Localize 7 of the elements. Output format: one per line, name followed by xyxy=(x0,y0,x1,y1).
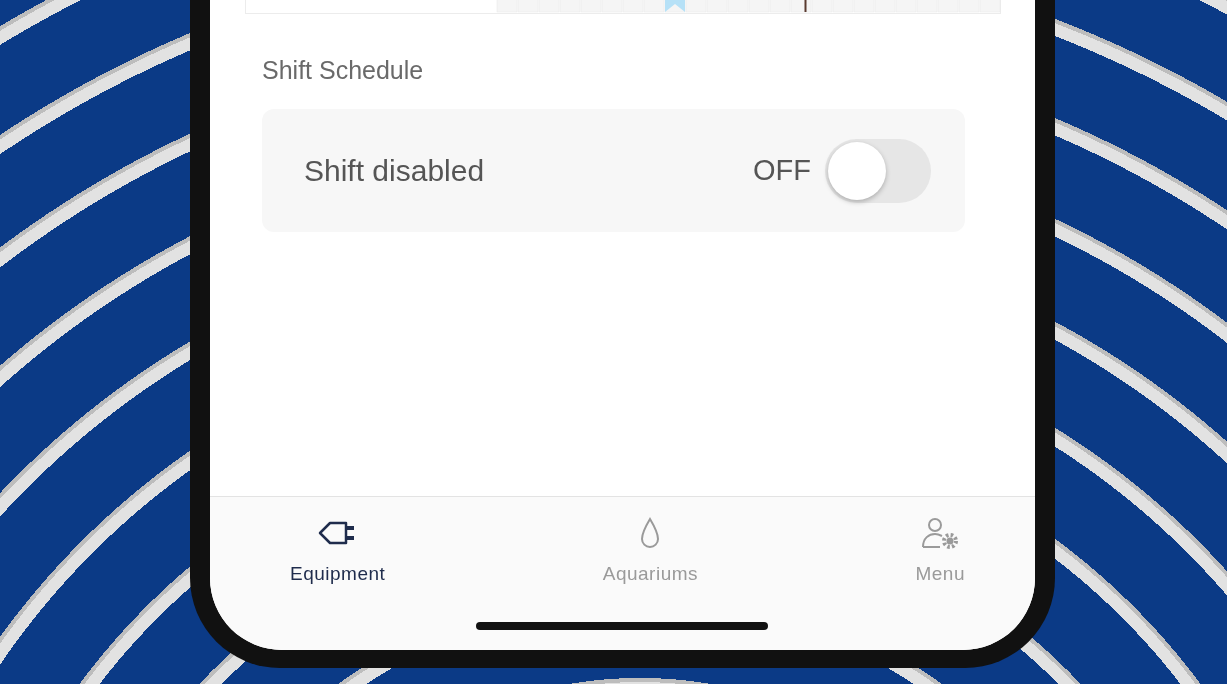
section-title: Shift Schedule xyxy=(262,56,425,85)
tab-item[interactable]: Aquariums xyxy=(602,517,699,597)
setting-label: Shift disabled xyxy=(304,153,486,188)
tab-item[interactable]: Menu xyxy=(915,517,965,597)
tab-item[interactable]: Equipment xyxy=(290,517,386,597)
user-settings-icon xyxy=(920,517,961,549)
toggle-state-text: OFF xyxy=(753,154,811,187)
